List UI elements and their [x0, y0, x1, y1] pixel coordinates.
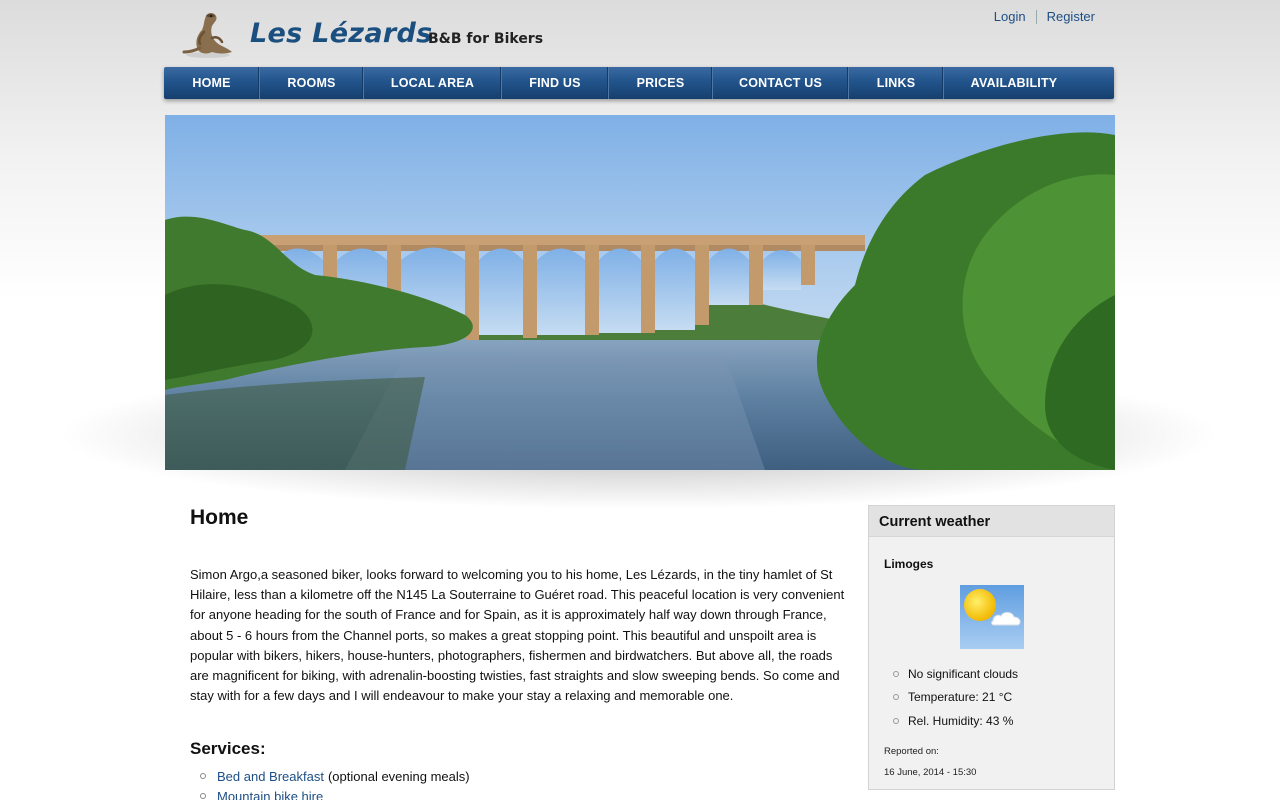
bullet-icon [893, 694, 899, 701]
auth-links: Login Register [994, 9, 1095, 24]
weather-city: Limoges [884, 557, 934, 571]
site-title[interactable]: Les Lézards [250, 18, 432, 49]
list-item: Rel. Humidity: 43 % [893, 709, 1018, 733]
hero-banner [165, 115, 1115, 470]
bullet-icon [200, 773, 206, 779]
weather-details: No significant clouds Temperature: 21 °C… [893, 662, 1018, 733]
lizard-logo-icon[interactable] [178, 8, 238, 60]
login-link[interactable]: Login [994, 9, 1026, 24]
nav-item-contact-us[interactable]: CONTACT US [713, 67, 849, 99]
weather-reported-label: Reported on: [884, 746, 939, 757]
nav-item-local-area[interactable]: LOCAL AREA [364, 67, 502, 99]
nav-item-home[interactable]: HOME [164, 67, 260, 99]
viaduct-river-image [165, 115, 1115, 470]
sun-cloud-icon [960, 585, 1024, 649]
intro-paragraph: Simon Argo,a seasoned biker, looks forwa… [190, 567, 845, 704]
weather-widget: Current weather Limoges No significant c… [868, 505, 1115, 790]
mountain-bike-hire-link[interactable]: Mountain bike hire [217, 789, 323, 800]
bed-and-breakfast-link[interactable]: Bed and Breakfast [217, 769, 324, 784]
weather-title: Current weather [869, 506, 1114, 537]
bullet-icon [893, 670, 899, 677]
list-item: Temperature: 21 °C [893, 686, 1018, 710]
nav-item-availability[interactable]: AVAILABILITY [944, 67, 1084, 99]
page-title: Home [190, 506, 249, 529]
list-item: Bed and Breakfast (optional evening meal… [200, 766, 470, 786]
services-heading: Services: [190, 739, 266, 758]
bullet-icon [200, 793, 206, 799]
nav-item-rooms[interactable]: ROOMS [260, 67, 364, 99]
register-link[interactable]: Register [1047, 9, 1095, 24]
nav-item-find-us[interactable]: FIND US [502, 67, 609, 99]
list-item: Mountain bike hire [200, 786, 470, 800]
site-tagline: B&B for Bikers [428, 31, 544, 47]
nav-item-prices[interactable]: PRICES [609, 67, 713, 99]
list-item: No significant clouds [893, 662, 1018, 686]
weather-humidity: Rel. Humidity: 43 % [908, 713, 1014, 728]
nav-item-links[interactable]: LINKS [849, 67, 944, 99]
main-nav: HOME ROOMS LOCAL AREA FIND US PRICES CON… [164, 67, 1114, 99]
services-list: Bed and Breakfast (optional evening meal… [200, 766, 470, 800]
auth-divider [1035, 9, 1037, 24]
bullet-icon [893, 717, 899, 724]
weather-conditions: No significant clouds [908, 666, 1019, 681]
weather-reported-date: 16 June, 2014 - 15:30 [884, 767, 977, 778]
weather-temperature: Temperature: 21 °C [908, 690, 1013, 705]
service-note: (optional evening meals) [327, 768, 470, 784]
